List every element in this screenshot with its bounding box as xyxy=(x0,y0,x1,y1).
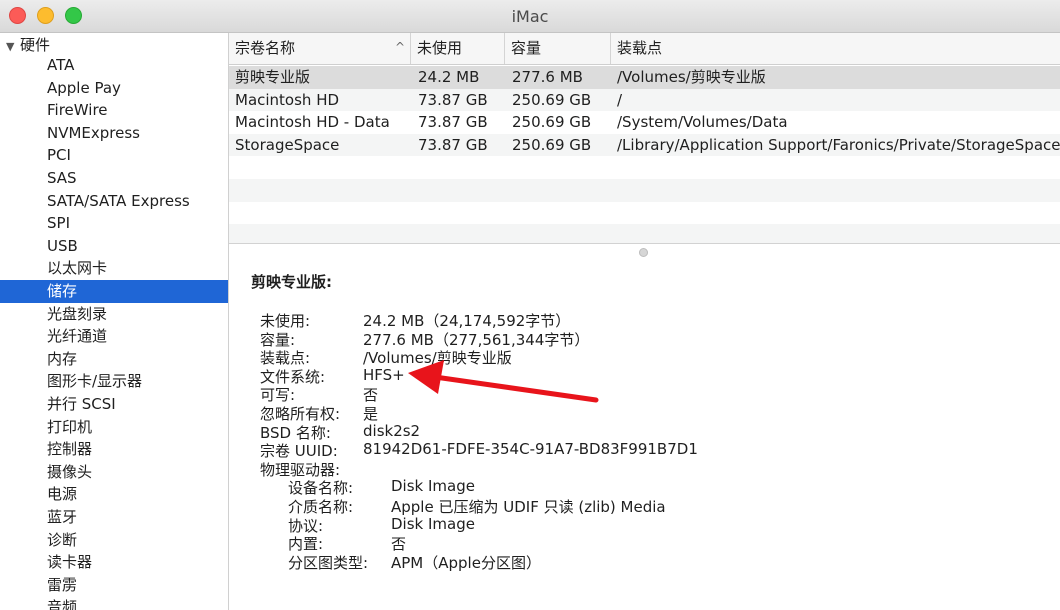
table-cell: 73.87 GB xyxy=(418,90,488,109)
table-cell: StorageSpace xyxy=(235,135,340,154)
table-cell: 73.87 GB xyxy=(418,135,488,154)
sort-ascending-icon[interactable]: ^ xyxy=(395,40,405,54)
split-view-divider[interactable] xyxy=(229,243,1060,260)
table-cell: 250.69 GB xyxy=(512,135,592,154)
table-row[interactable] xyxy=(229,224,1060,243)
column-header-volume-name[interactable]: 宗卷名称 xyxy=(229,33,411,64)
table-row[interactable]: Macintosh HD - Data 73.87 GB 250.69 GB/Sys… xyxy=(229,111,1060,134)
table-cell: 250.69 GB xyxy=(512,113,592,132)
divider-handle-icon[interactable] xyxy=(639,248,648,257)
sidebar-item[interactable]: SPI xyxy=(0,212,228,235)
table-row[interactable]: Macintosh HD 73.87 GB 250.69 GB / xyxy=(229,88,1060,112)
sidebar-item[interactable]: Apple Pay xyxy=(0,77,228,100)
sidebar-item[interactable]: 蓝牙 xyxy=(0,506,228,529)
sidebar-item[interactable]: 光盘刻录 xyxy=(0,303,228,326)
table-cell: Macintosh HD xyxy=(235,90,340,109)
sidebar-item[interactable]: 控制器 xyxy=(0,438,228,461)
table-cell: /System/Volumes/Data xyxy=(617,113,788,132)
sidebar-item[interactable]: 储存 xyxy=(0,280,228,303)
sidebar-item[interactable]: 雷雳 xyxy=(0,574,228,597)
sidebar-item[interactable]: 以太网卡 xyxy=(0,257,228,280)
detail-field-value: disk2s2 xyxy=(363,421,421,440)
sidebar-item[interactable]: USB xyxy=(0,235,228,258)
table-row[interactable]: StorageSpace 73.87 GB 250.69 GB/Library/Ap… xyxy=(229,133,1060,157)
window-title: iMac xyxy=(511,7,549,26)
table-cell: 24.2 MB xyxy=(418,68,480,86)
table-row[interactable] xyxy=(229,156,1060,179)
column-header-mount-point[interactable]: 装载点 xyxy=(611,33,1060,64)
sidebar-item[interactable]: 音频 xyxy=(0,596,228,610)
table-cell: 250.69 GB xyxy=(512,90,592,109)
sidebar-item[interactable]: 光纤通道 xyxy=(0,325,228,348)
sidebar-item[interactable]: FireWire xyxy=(0,99,228,122)
column-header-capacity[interactable]: 容量 xyxy=(505,33,611,64)
table-row[interactable]: 剪映专业版 24.2 MB 277.6 MB/Volumes/剪映专业版 xyxy=(229,66,1060,89)
drive-field-label: 分区图类型: xyxy=(288,553,369,572)
table-cell: 277.6 MB xyxy=(512,68,583,86)
sidebar-item[interactable]: 电源 xyxy=(0,483,228,506)
detail-field-value: HFS+ xyxy=(363,365,405,384)
detail-title: 剪映专业版: xyxy=(251,273,332,291)
sidebar-item[interactable]: 并行 SCSI xyxy=(0,393,228,416)
table-cell: /Volumes/剪映专业版 xyxy=(617,68,766,86)
sidebar-item[interactable]: PCI xyxy=(0,144,228,167)
table-row[interactable] xyxy=(229,202,1060,225)
sidebar-item[interactable]: SAS xyxy=(0,167,228,190)
sidebar-group-label: 硬件 xyxy=(20,36,51,54)
table-cell: / xyxy=(617,90,623,109)
table-header: 宗卷名称 ^ 未使用 容量 装载点 xyxy=(229,33,1060,65)
volumes-table: 宗卷名称 ^ 未使用 容量 装载点 剪映专业版 24.2 MB 277.6 MB/V… xyxy=(229,33,1060,243)
detail-pane: 剪映专业版: 未使用: 24.2 MB（24,174,592字节） 容量: 277.6… xyxy=(229,260,1060,610)
sidebar-item[interactable]: ATA xyxy=(0,54,228,77)
sidebar-item[interactable]: 诊断 xyxy=(0,529,228,552)
system-information-window: iMac ▼ 硬件 ATA Apple Pay FireWire NVMExpress P… xyxy=(0,0,1060,610)
sidebar-item[interactable]: 图形卡/显示器 xyxy=(0,370,228,393)
detail-field-value: 81942D61-FDFE-354C-91A7-BD83F991B7D1 xyxy=(363,440,698,459)
drive-field-value: APM（Apple分区图） xyxy=(391,553,541,572)
table-row[interactable] xyxy=(229,179,1060,202)
drive-field-value: Disk Image xyxy=(391,514,475,533)
column-header-free[interactable]: 未使用 xyxy=(411,33,505,64)
sidebar-group-hardware[interactable]: ▼ 硬件 xyxy=(6,35,50,55)
sidebar: ▼ 硬件 ATA Apple Pay FireWire NVMExpress PCI SAS… xyxy=(0,33,229,610)
table-cell: Macintosh HD - Data xyxy=(235,113,390,132)
sidebar-item[interactable]: 读卡器 xyxy=(0,551,228,574)
sidebar-item[interactable]: 摄像头 xyxy=(0,461,228,484)
sidebar-item[interactable]: SATA/SATA Express xyxy=(0,190,228,213)
table-cell: 剪映专业版 xyxy=(235,68,311,86)
sidebar-item[interactable]: 打印机 xyxy=(0,416,228,439)
sidebar-item[interactable]: NVMExpress xyxy=(0,122,228,145)
drive-field-value: Disk Image xyxy=(391,477,475,496)
table-cell: /Library/Application Support/Faronics/Pr… xyxy=(617,135,1060,154)
table-cell: 73.87 GB xyxy=(418,113,488,132)
title-bar: iMac xyxy=(0,0,1060,33)
sidebar-item[interactable]: 内存 xyxy=(0,348,228,371)
